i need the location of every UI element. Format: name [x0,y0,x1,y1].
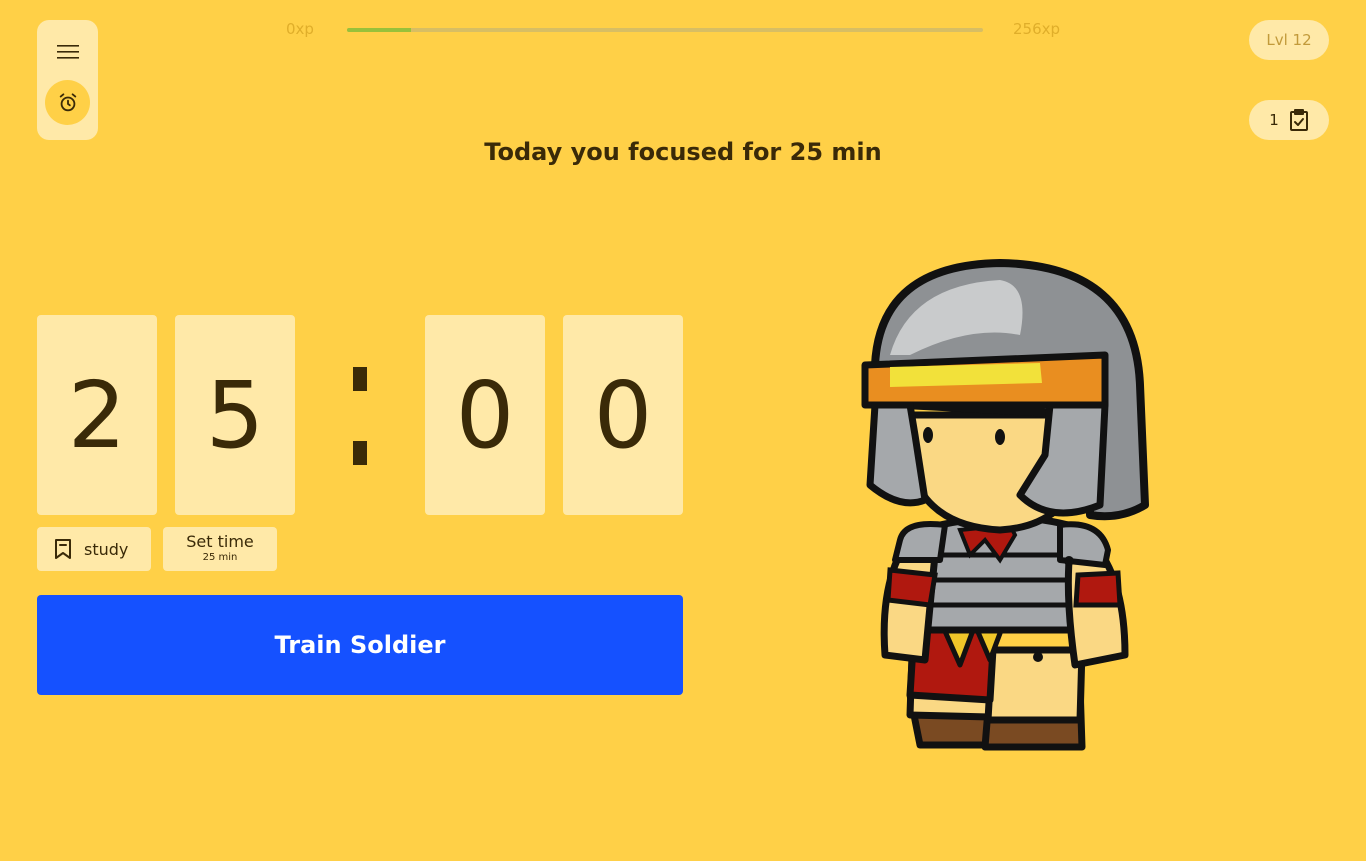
timer-colon-bottom [353,441,367,465]
alarm-clock-icon [59,92,76,111]
bookmark-icon [55,539,71,559]
xp-max-label: 256xp [1013,20,1061,38]
tasks-button[interactable]: 1 [1249,100,1329,140]
focus-summary-headline: Today you focused for 25 min [484,138,882,166]
app-root: 0xp 256xp Lvl 12 1 Today you focused for… [0,0,1366,861]
set-time-button[interactable]: Set time 25 min [163,527,277,571]
level-label: Lvl 12 [1266,31,1312,49]
clipboard-check-icon [1289,109,1308,131]
timer-digit-seconds-ones: 0 [563,315,683,515]
roman-soldier-character [861,259,1149,751]
tag-selector-button[interactable]: study [37,527,151,571]
xp-progress-fill [347,28,411,32]
menu-button[interactable] [45,29,90,74]
timer-colon-top [353,367,367,391]
timer-button[interactable] [45,80,90,125]
side-rail [37,20,98,140]
menu-icon [56,44,79,59]
train-soldier-button[interactable]: Train Soldier [37,595,683,695]
xp-progress-bar [347,28,983,32]
train-soldier-label: Train Soldier [274,631,446,659]
level-badge: Lvl 12 [1249,20,1329,60]
timer-digit-minutes-tens: 2 [37,315,157,515]
tasks-count: 1 [1269,111,1279,129]
set-time-label: Set time [186,532,254,551]
xp-min-label: 0xp [286,20,314,38]
timer-digit-minutes-ones: 5 [175,315,295,515]
timer-digit-seconds-tens: 0 [425,315,545,515]
set-time-value: 25 min [202,552,238,563]
tag-label: study [84,539,129,559]
